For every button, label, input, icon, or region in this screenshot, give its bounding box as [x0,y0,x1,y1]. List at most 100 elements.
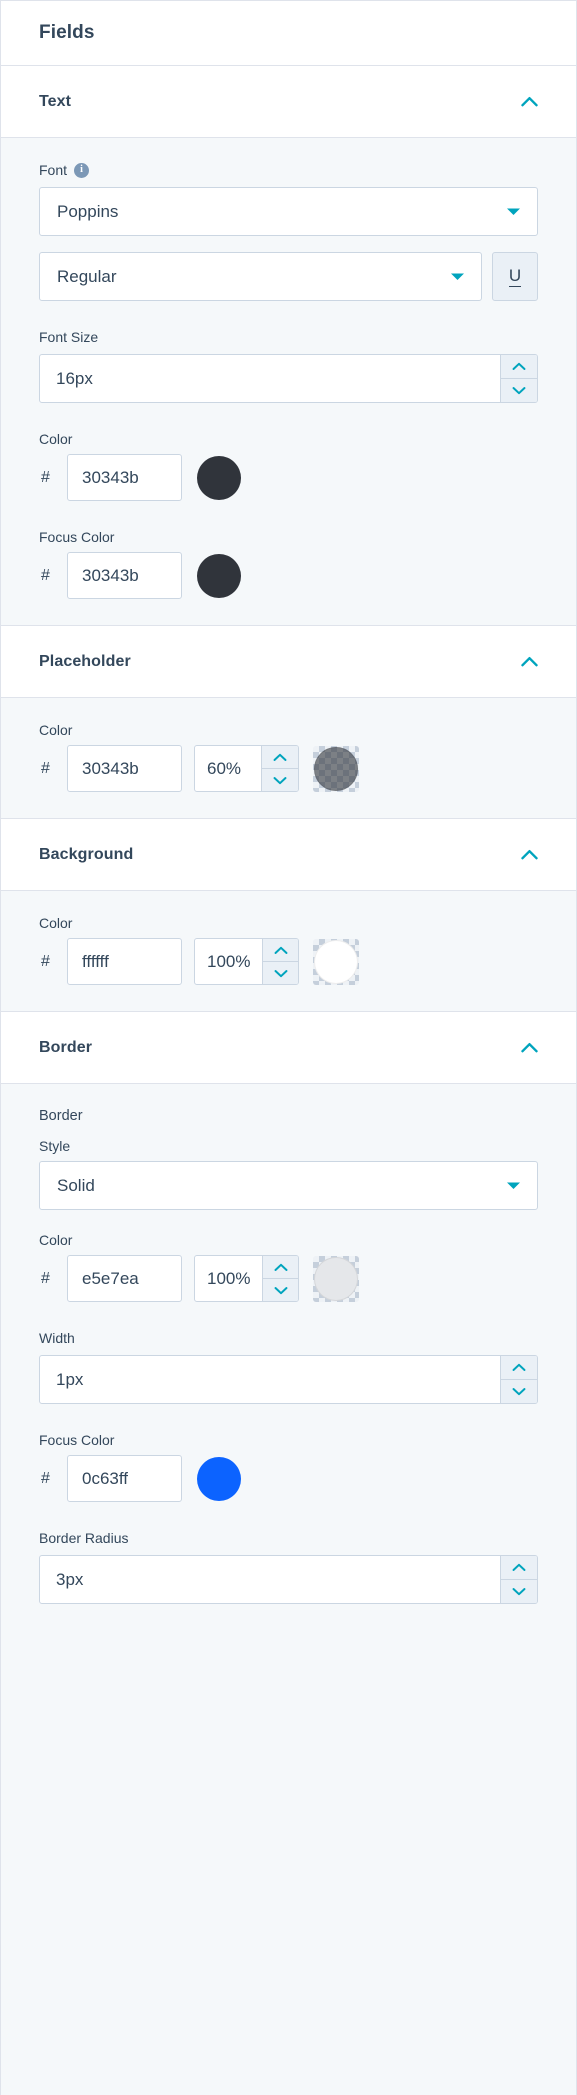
section-body-background: Color # ffffff 100% [1,891,576,1012]
border-focus-color-label-text: Focus Color [39,1432,115,1448]
chevron-up-icon[interactable] [516,842,542,868]
border-focus-color-row: # 0c63ff [39,1455,538,1502]
section-header-border[interactable]: Border [1,1012,576,1084]
stepper-down-button[interactable] [501,378,537,402]
border-style-value: Solid [57,1175,95,1195]
border-radius-input[interactable]: 3px [40,1556,500,1603]
section-header-text[interactable]: Text [1,66,576,138]
border-focus-color-hex-input[interactable]: 0c63ff [67,1455,182,1502]
underline-icon: U [508,265,522,287]
underline-toggle-button[interactable]: U [492,252,538,301]
background-color-label: Color [39,915,538,931]
font-family-row: Poppins [39,187,538,236]
border-radius-label-text: Border Radius [39,1530,129,1546]
border-style-select[interactable]: Solid [39,1161,538,1210]
border-style-row: Solid [39,1161,538,1210]
background-opacity-stepper[interactable]: 100% [194,938,299,985]
section-header-background[interactable]: Background [1,819,576,891]
font-label-row: Font i [39,162,538,178]
background-opacity-input[interactable]: 100% [195,939,262,984]
font-family-select[interactable]: Poppins [39,187,538,236]
stepper-controls [262,939,298,984]
text-color-label-text: Color [39,431,73,447]
border-focus-color-swatch-wrap[interactable] [196,1456,242,1502]
font-weight-select[interactable]: Regular [39,252,482,301]
chevron-up-icon[interactable] [516,649,542,675]
placeholder-opacity-stepper[interactable]: 60% [194,745,299,792]
chevron-up-icon[interactable] [516,1035,542,1061]
section-body-border: Border Style Solid Color # e5e7ea 100% W… [1,1084,576,1630]
hash-prefix: # [41,468,50,486]
stepper-controls [261,746,298,791]
stepper-controls [500,355,537,402]
border-color-swatch-wrap[interactable] [313,1255,359,1302]
text-color-swatch[interactable] [197,455,241,500]
section-header-placeholder[interactable]: Placeholder [1,626,576,698]
border-color-hex-input[interactable]: e5e7ea [67,1255,182,1302]
text-color-hex-input[interactable]: 30343b [67,454,182,501]
stepper-up-button[interactable] [263,1256,298,1278]
panel-header: Fields [1,0,576,66]
section-body-placeholder: Color # 30343b 60% [1,698,576,819]
placeholder-color-row: # 30343b 60% [39,745,538,792]
text-color-row: # 30343b [39,454,538,501]
section-body-text: Font i Poppins Regular U Font Size 16px … [1,138,576,626]
border-radius-label: Border Radius [39,1530,538,1546]
text-focus-color-swatch[interactable] [197,553,241,598]
stepper-down-button[interactable] [262,768,298,791]
section-title-text: Text [39,92,72,110]
border-radius-stepper[interactable]: 3px [39,1555,538,1604]
placeholder-color-hex-input[interactable]: 30343b [67,745,182,792]
hash-prefix: # [41,759,50,777]
hash-prefix: # [41,1469,50,1487]
border-style-label: Style [39,1138,538,1154]
stepper-up-button[interactable] [262,746,298,768]
font-size-row: 16px [39,354,538,403]
border-opacity-stepper[interactable]: 100% [194,1255,299,1302]
text-color-label: Color [39,431,538,447]
placeholder-opacity-input[interactable]: 60% [195,746,261,791]
background-color-swatch[interactable] [314,939,358,984]
section-title-placeholder: Placeholder [39,652,131,670]
stepper-down-button[interactable] [501,1379,537,1403]
caret-down-icon [505,206,522,217]
font-size-input[interactable]: 16px [40,355,500,402]
border-color-label: Color [39,1232,538,1248]
background-color-hex-input[interactable]: ffffff [67,938,182,985]
border-width-stepper[interactable]: 1px [39,1355,538,1404]
text-focus-color-label-text: Focus Color [39,529,115,545]
section-title-background: Background [39,845,134,863]
stepper-up-button[interactable] [501,355,537,378]
text-color-swatch-wrap[interactable] [196,455,242,501]
fields-styling-panel: Fields Text Font i Poppins Regular U Fon… [0,0,577,2095]
text-focus-color-swatch-wrap[interactable] [196,553,242,599]
placeholder-color-swatch-wrap[interactable] [313,745,359,792]
font-weight-row: Regular U [39,252,538,301]
border-color-swatch[interactable] [314,1256,358,1301]
border-focus-color-swatch[interactable] [197,1456,241,1501]
stepper-controls [500,1556,537,1603]
background-color-label-text: Color [39,915,73,931]
section-title-border: Border [39,1038,93,1056]
chevron-up-icon[interactable] [516,89,542,115]
stepper-up-button[interactable] [501,1556,537,1579]
stepper-up-button[interactable] [501,1356,537,1379]
caret-down-icon [505,1180,522,1191]
border-subsection-label: Border [39,1108,83,1124]
stepper-down-button[interactable] [501,1579,537,1603]
hash-prefix: # [41,566,50,584]
stepper-controls [262,1256,298,1301]
border-width-row: 1px [39,1355,538,1404]
placeholder-color-swatch[interactable] [314,746,358,791]
border-width-input[interactable]: 1px [40,1356,500,1403]
stepper-down-button[interactable] [263,1278,298,1301]
border-color-label-text: Color [39,1232,73,1248]
info-icon[interactable]: i [74,162,90,178]
text-focus-color-hex-input[interactable]: 30343b [67,552,182,599]
border-opacity-input[interactable]: 100% [195,1256,262,1301]
placeholder-color-label-text: Color [39,722,73,738]
stepper-down-button[interactable] [263,961,298,984]
font-size-stepper[interactable]: 16px [39,354,538,403]
background-color-swatch-wrap[interactable] [313,938,359,985]
stepper-up-button[interactable] [263,939,298,961]
